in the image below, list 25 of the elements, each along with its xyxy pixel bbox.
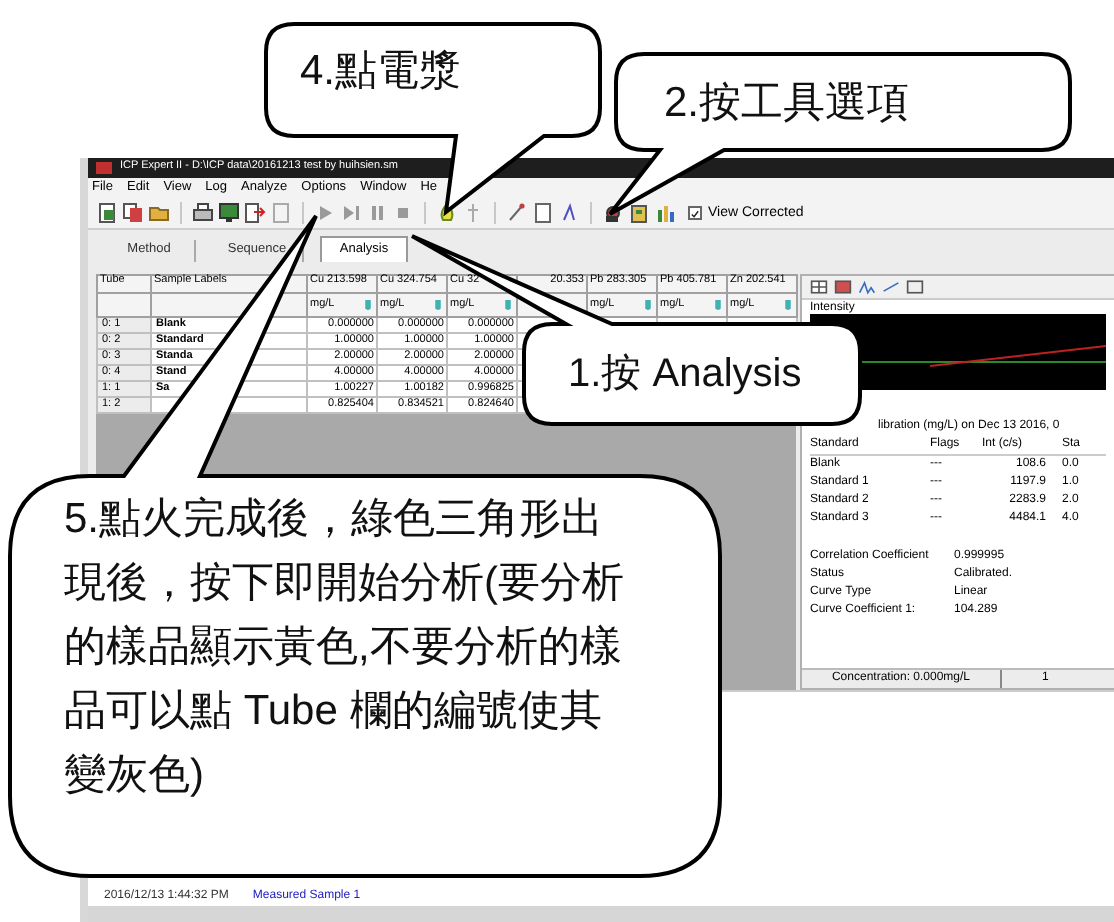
line-icon[interactable] — [882, 276, 900, 298]
pause-icon[interactable] — [366, 202, 388, 224]
wand-icon[interactable] — [506, 202, 528, 224]
window-icon[interactable] — [906, 276, 924, 298]
monitor-icon[interactable] — [218, 202, 240, 224]
page-icon[interactable] — [532, 202, 554, 224]
callout-text: 5.點火完成後，綠色三角形出現後，按下即開始分析(要分析的樣品顯示黃色,不要分析的樣品可以點 Tube 欄的編號使其變灰色) — [64, 494, 624, 802]
stop-icon[interactable] — [392, 202, 414, 224]
app-icon — [96, 162, 112, 174]
callout-text: 1.按 Analysis — [568, 350, 802, 400]
printer-icon[interactable] — [192, 202, 214, 224]
folder-icon[interactable] — [148, 202, 170, 224]
document-icon[interactable] — [96, 202, 118, 224]
copy-icon[interactable] — [122, 202, 144, 224]
chart-icon[interactable] — [654, 202, 676, 224]
grid-icon[interactable] — [810, 276, 828, 298]
check-icon — [690, 207, 700, 219]
callout-text: 2.按工具選項 — [664, 78, 910, 130]
callout-text: 4.點電漿 — [300, 46, 462, 98]
checkbox[interactable] — [688, 206, 702, 220]
image-icon[interactable] — [834, 276, 852, 298]
export-icon[interactable] — [244, 202, 266, 224]
peak-icon[interactable] — [858, 276, 876, 298]
play-icon[interactable] — [314, 202, 336, 224]
tube-icon[interactable] — [502, 294, 514, 316]
